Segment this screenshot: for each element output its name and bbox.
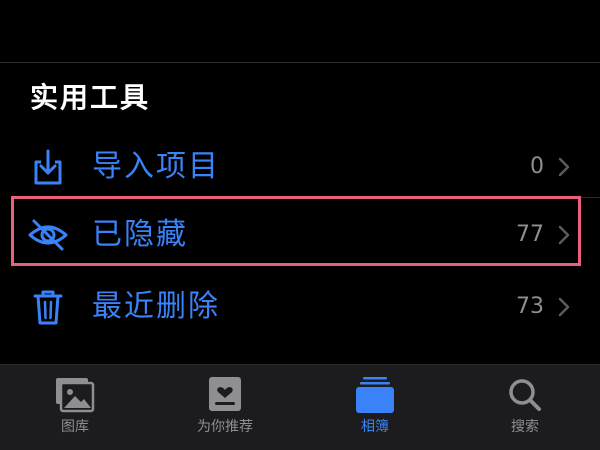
chevron-right-icon [558, 297, 570, 317]
utility-row-hidden[interactable]: 已隐藏 77 [0, 204, 600, 266]
utility-row-count: 0 [530, 154, 544, 179]
row-divider [92, 197, 600, 198]
tab-label: 为你推荐 [197, 419, 253, 435]
utility-row-recently-deleted[interactable]: 最近删除 73 [0, 276, 600, 338]
tab-bar: 图库 为你推荐 相簿 搜索 [0, 364, 600, 450]
chevron-right-icon [558, 225, 570, 245]
trash-icon [26, 285, 70, 329]
albums-screen: 实用工具 导入项目 0 已隐藏 77 最近删除 73 图库 为你推荐 相簿 搜索 [0, 0, 600, 450]
utility-row-count: 77 [516, 222, 544, 247]
utility-row-label: 最近删除 [92, 289, 220, 324]
photos-library-icon [53, 375, 97, 415]
tab-albums[interactable]: 相簿 [300, 365, 450, 450]
tab-library[interactable]: 图库 [0, 365, 150, 450]
top-divider [0, 62, 600, 63]
section-title-utilities: 实用工具 [30, 81, 151, 114]
eye-slash-icon [26, 213, 70, 257]
tab-search[interactable]: 搜索 [450, 365, 600, 450]
for-you-icon [203, 375, 247, 415]
utility-row-label: 已隐藏 [92, 217, 188, 252]
tab-for-you[interactable]: 为你推荐 [150, 365, 300, 450]
chevron-right-icon [558, 157, 570, 177]
tab-label: 相簿 [361, 419, 389, 435]
utility-row-label: 导入项目 [92, 149, 220, 184]
tab-label: 图库 [61, 419, 89, 435]
utility-row-count: 73 [516, 294, 544, 319]
search-icon [503, 375, 547, 415]
albums-icon [353, 375, 397, 415]
import-icon [26, 145, 70, 189]
tab-label: 搜索 [511, 419, 539, 435]
utility-row-imports[interactable]: 导入项目 0 [0, 136, 600, 198]
